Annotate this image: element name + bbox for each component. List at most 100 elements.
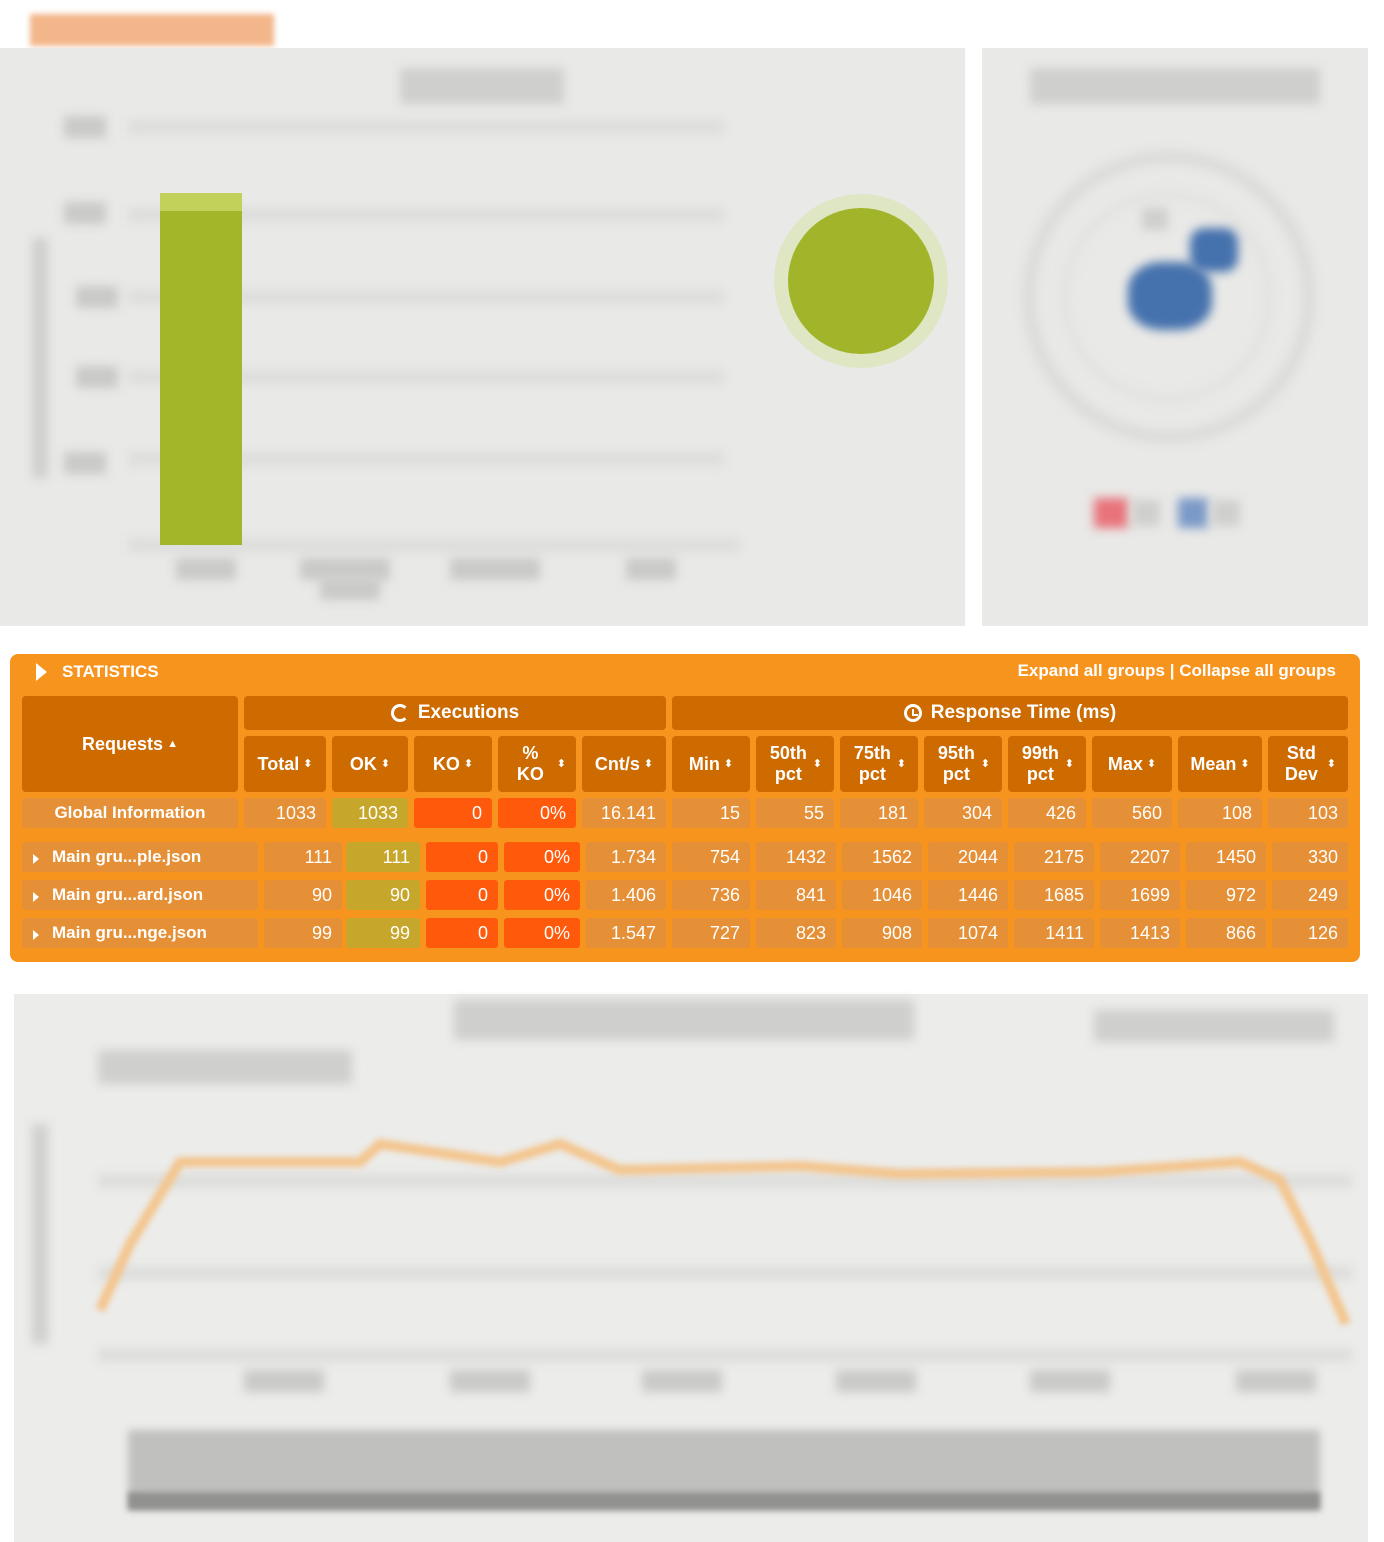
- gauge-needle-tip: [1190, 228, 1238, 272]
- ok-requests-bar: [160, 193, 242, 545]
- column-header-mean[interactable]: Mean ⬍: [1178, 736, 1262, 792]
- cell-p99: 426: [1008, 798, 1086, 828]
- cell-total: 90: [264, 880, 342, 910]
- cell-cnt-s: 1.547: [586, 918, 666, 948]
- statistics-header: STATISTICS Expand all groups | Collapse …: [10, 654, 1360, 688]
- cell-pct-ko: 0%: [504, 842, 580, 872]
- ok-ratio-pie: [788, 208, 934, 354]
- x-tick: [320, 578, 380, 600]
- cell-max: 1413: [1100, 918, 1180, 948]
- cell-p95: 1074: [928, 918, 1008, 948]
- cell-std-dev: 249: [1272, 880, 1348, 910]
- column-header-cnt-s[interactable]: Cnt/s ⬍: [582, 736, 666, 792]
- x-tick: [626, 558, 676, 580]
- panel-title-blurred: [1030, 68, 1320, 104]
- request-label: Main gru...ard.json: [52, 885, 204, 904]
- column-header-ok[interactable]: OK ⬍: [332, 736, 408, 792]
- cell-p95: 2044: [928, 842, 1008, 872]
- legend-swatch-ko: [1094, 498, 1128, 528]
- cell-cnt-s: 1.734: [586, 842, 666, 872]
- column-header-p99[interactable]: 99th pct ⬍: [1008, 736, 1086, 792]
- y-axis-label-blurred: [32, 238, 48, 478]
- cell-mean: 1450: [1186, 842, 1266, 872]
- cell-p99: 1685: [1014, 880, 1094, 910]
- expand-row-icon[interactable]: [33, 854, 39, 864]
- y-tick: [64, 116, 106, 138]
- cell-p50: 55: [756, 798, 834, 828]
- statistics-title[interactable]: STATISTICS: [62, 662, 159, 682]
- x-tick: [176, 558, 236, 580]
- cell-max: 560: [1092, 798, 1172, 828]
- cell-ko: 0: [426, 880, 498, 910]
- cell-p50: 823: [756, 918, 836, 948]
- y-tick: [64, 202, 106, 224]
- cell-p95: 1446: [928, 880, 1008, 910]
- cell-p75: 181: [840, 798, 918, 828]
- expand-row-icon[interactable]: [33, 930, 39, 940]
- row-name-request[interactable]: Main gru...ard.json: [22, 880, 258, 910]
- cell-min: 736: [672, 880, 750, 910]
- column-header-p50[interactable]: 50th pct ⬍: [756, 736, 834, 792]
- column-header-pct-ko[interactable]: % KO ⬍: [498, 736, 576, 792]
- refresh-icon: [390, 704, 409, 722]
- sort-icon: ⬍: [1240, 757, 1250, 770]
- column-header-requests[interactable]: Requests ▲: [22, 696, 238, 792]
- column-header-p75[interactable]: 75th pct ⬍: [840, 736, 918, 792]
- clock-icon: [903, 704, 922, 722]
- cell-ok: 1033: [332, 798, 408, 828]
- group-label: Response Time (ms): [930, 702, 1117, 723]
- cell-ok: 111: [346, 842, 420, 872]
- link-separator: |: [1169, 661, 1175, 680]
- collapse-all-groups-link[interactable]: Collapse all groups: [1179, 661, 1336, 680]
- cell-p50: 1432: [756, 842, 836, 872]
- x-tick: [300, 558, 390, 580]
- cell-ko: 0: [426, 842, 498, 872]
- sort-icon: ⬍: [1326, 757, 1336, 770]
- row-name-request[interactable]: Main gru...ple.json: [22, 842, 258, 872]
- column-label: Cnt/s: [594, 753, 640, 774]
- column-label: Requests: [82, 733, 164, 754]
- column-label: Mean: [1190, 753, 1237, 774]
- column-header-min[interactable]: Min ⬍: [672, 736, 750, 792]
- row-name-request[interactable]: Main gru...nge.json: [22, 918, 258, 948]
- column-label: % KO: [516, 743, 544, 784]
- cell-p95: 304: [924, 798, 1002, 828]
- group-label: Executions: [417, 702, 520, 723]
- sort-icon: ⬍: [896, 757, 906, 770]
- column-header-max[interactable]: Max ⬍: [1092, 736, 1172, 792]
- column-label: 95th pct: [937, 743, 975, 784]
- cell-std-dev: 330: [1272, 842, 1348, 872]
- column-label: KO: [432, 753, 460, 774]
- cell-cnt-s: 1.406: [586, 880, 666, 910]
- legend-label-blurred: [1212, 500, 1240, 526]
- cell-mean: 108: [1178, 798, 1262, 828]
- gauge-needle-blob: [1128, 262, 1212, 330]
- column-header-p95[interactable]: 95th pct ⬍: [924, 736, 1002, 792]
- cell-std-dev: 126: [1272, 918, 1348, 948]
- expand-row-icon[interactable]: [33, 892, 39, 902]
- cell-ok: 99: [346, 918, 420, 948]
- column-label: 50th pct: [769, 743, 807, 784]
- sort-icon: ⬍: [463, 757, 474, 770]
- collapse-toggle-icon[interactable]: [36, 663, 47, 681]
- column-label: Std Dev: [1284, 743, 1318, 784]
- column-header-std-dev[interactable]: Std Dev ⬍: [1268, 736, 1348, 792]
- cell-ko: 0: [426, 918, 498, 948]
- range-selector-track[interactable]: [128, 1492, 1320, 1510]
- cell-p75: 1046: [842, 880, 922, 910]
- y-tick: [64, 452, 106, 474]
- expand-all-groups-link[interactable]: Expand all groups: [1018, 661, 1165, 680]
- cell-max: 2207: [1100, 842, 1180, 872]
- sort-icon: ⬍: [812, 757, 822, 770]
- cell-p50: 841: [756, 880, 836, 910]
- sort-icon: ⬍: [980, 757, 990, 770]
- request-label: Main gru...ple.json: [52, 847, 202, 866]
- cell-total: 111: [264, 842, 342, 872]
- column-header-total[interactable]: Total ⬍: [244, 736, 326, 792]
- column-header-ko[interactable]: KO ⬍: [414, 736, 492, 792]
- cell-p75: 1562: [842, 842, 922, 872]
- column-label: 75th pct: [853, 743, 891, 784]
- y-tick: [76, 366, 118, 388]
- group-header-executions: Executions: [244, 696, 666, 730]
- sort-icon: ⬍: [556, 757, 566, 770]
